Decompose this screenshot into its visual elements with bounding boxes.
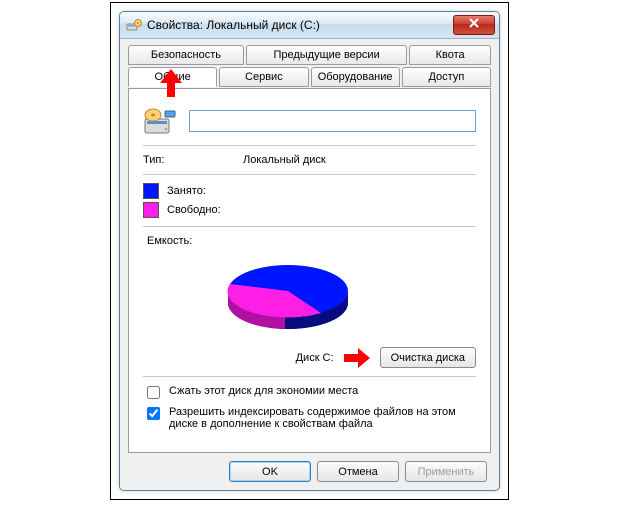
used-label: Занято: bbox=[167, 185, 206, 197]
compress-checkbox[interactable] bbox=[147, 386, 160, 399]
volume-name-input[interactable] bbox=[189, 110, 476, 132]
cancel-button[interactable]: Отмена bbox=[317, 461, 399, 482]
disk-label: Диск C: bbox=[296, 352, 334, 364]
client-area: Безопасность Предыдущие версии Квота Общ… bbox=[120, 39, 499, 490]
free-label: Свободно: bbox=[167, 204, 221, 216]
usage-pie-chart bbox=[143, 253, 476, 343]
compress-label: Сжать этот диск для экономии места bbox=[169, 385, 358, 397]
type-value: Локальный диск bbox=[243, 154, 326, 166]
type-label: Тип: bbox=[143, 154, 243, 166]
window-title: Свойства: Локальный диск (C:) bbox=[147, 18, 320, 32]
tab-hardware[interactable]: Оборудование bbox=[311, 67, 400, 87]
properties-window: Свойства: Локальный диск (C:) Безопаснос… bbox=[119, 11, 500, 491]
divider bbox=[143, 226, 476, 227]
titlebar: Свойства: Локальный диск (C:) bbox=[120, 12, 499, 39]
annotation-arrow-right-icon bbox=[344, 348, 370, 368]
divider bbox=[143, 174, 476, 175]
annotation-arrow-up-icon bbox=[160, 69, 182, 97]
apply-button[interactable]: Применить bbox=[405, 461, 487, 482]
screenshot-frame: Свойства: Локальный диск (C:) Безопаснос… bbox=[110, 2, 509, 500]
tab-tools[interactable]: Сервис bbox=[219, 67, 308, 87]
index-checkbox[interactable] bbox=[147, 407, 160, 420]
ok-button[interactable]: OK bbox=[229, 461, 311, 482]
dialog-buttons: OK Отмена Применить bbox=[128, 453, 491, 482]
divider bbox=[143, 145, 476, 146]
free-swatch bbox=[143, 202, 159, 218]
tab-sharing[interactable]: Доступ bbox=[402, 67, 491, 87]
used-swatch bbox=[143, 183, 159, 199]
drive-properties-icon bbox=[126, 17, 142, 33]
disk-cleanup-button[interactable]: Очистка диска bbox=[380, 347, 476, 368]
index-label: Разрешить индексировать содержимое файло… bbox=[169, 406, 476, 430]
tab-security[interactable]: Безопасность bbox=[128, 45, 244, 65]
capacity-label: Емкость: bbox=[147, 235, 476, 247]
tab-previous-versions[interactable]: Предыдущие версии bbox=[246, 45, 407, 65]
drive-icon bbox=[143, 105, 177, 137]
tab-panel-general: Тип: Локальный диск Занято: Свободно: Ем… bbox=[128, 88, 491, 453]
divider bbox=[143, 376, 476, 377]
tab-strip: Безопасность Предыдущие версии Квота Общ… bbox=[128, 45, 491, 89]
close-button[interactable] bbox=[453, 15, 495, 35]
tab-quota[interactable]: Квота bbox=[409, 45, 491, 65]
